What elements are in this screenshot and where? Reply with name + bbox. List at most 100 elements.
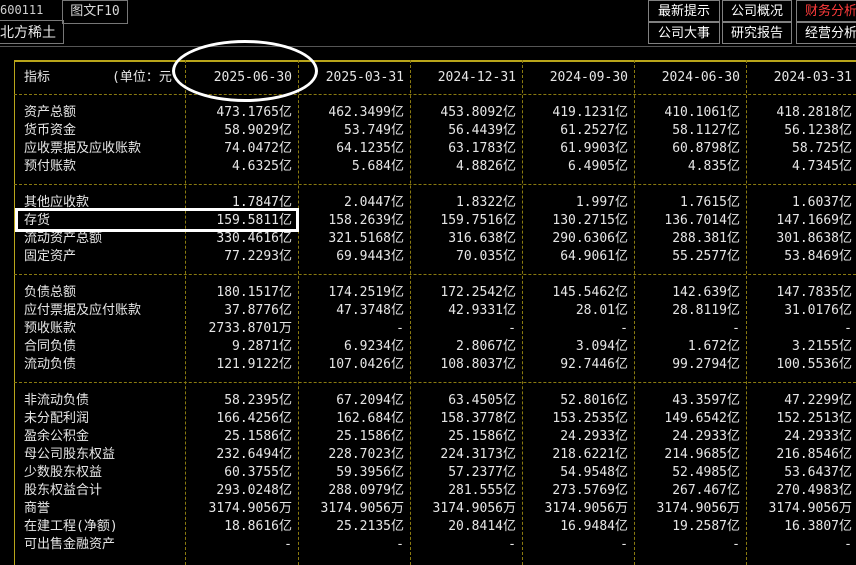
row-label: 合同负债 bbox=[24, 339, 77, 354]
cell-value: 25.2135亿 bbox=[336, 519, 404, 534]
cell-value: 281.555亿 bbox=[448, 483, 516, 498]
table-row[interactable]: 在建工程(净额) 18.8616亿 25.2135亿 20.8414亿 16.9484亿… bbox=[14, 518, 856, 536]
cell-value: - bbox=[620, 537, 628, 552]
table-row[interactable]: 可出售金融资产 - - - - - - bbox=[14, 536, 856, 554]
cell-value: 59.3956亿 bbox=[336, 465, 404, 480]
cell-value: 316.638亿 bbox=[448, 231, 516, 246]
menu-latest-tips[interactable]: 最新提示 bbox=[648, 0, 720, 22]
row-label: 预付账款 bbox=[24, 159, 77, 174]
menu-research-reports[interactable]: 研究报告 bbox=[722, 22, 792, 44]
cell-value: 108.8037亿 bbox=[440, 357, 516, 372]
cell-value: 1.6037亿 bbox=[792, 195, 852, 210]
period-header[interactable]: 2024-12-31 bbox=[406, 69, 516, 87]
cell-value: 1.997亿 bbox=[575, 195, 628, 210]
cell-value: 60.3755亿 bbox=[224, 465, 292, 480]
cell-value: 55.2577亿 bbox=[672, 249, 740, 264]
stock-code: 600111 bbox=[0, 3, 44, 17]
cell-value: 290.6306亿 bbox=[552, 231, 628, 246]
row-label: 盈余公积金 bbox=[24, 429, 90, 444]
cell-value: 24.2933亿 bbox=[672, 429, 740, 444]
table-row[interactable]: 非流动负债 58.2395亿 67.2094亿 63.4505亿 52.8016亿 43.… bbox=[14, 392, 856, 410]
cell-value: 77.2293亿 bbox=[224, 249, 292, 264]
table-row[interactable]: 流动资产总额 330.4616亿 321.5168亿 316.638亿 290.6306… bbox=[14, 230, 856, 248]
row-label: 流动资产总额 bbox=[24, 231, 103, 246]
table-row[interactable]: 未分配利润 166.4256亿 162.684亿 158.3778亿 153.2535亿… bbox=[14, 410, 856, 428]
row-label: 负债总额 bbox=[24, 285, 77, 300]
table-header-row: 指标 (单位：元 2025-06-30 2025-03-31 2024-12-3… bbox=[14, 69, 856, 87]
table-row[interactable]: 预收账款 2733.8701万 - - - - - bbox=[14, 320, 856, 338]
cell-value: 2733.8701万 bbox=[208, 321, 292, 336]
cell-value: 92.7446亿 bbox=[560, 357, 628, 372]
table-row[interactable]: 资产总额 473.1765亿 462.3499亿 453.8092亿 419.1231亿… bbox=[14, 104, 856, 122]
cell-value: 273.5769亿 bbox=[552, 483, 628, 498]
cell-value: 57.2377亿 bbox=[448, 465, 516, 480]
cell-value: - bbox=[396, 321, 404, 336]
table-row[interactable]: 流动负债 121.9122亿 107.0426亿 108.8037亿 92.7446亿 9… bbox=[14, 356, 856, 374]
cell-value: 174.2519亿 bbox=[328, 285, 404, 300]
cell-value: 42.9331亿 bbox=[448, 303, 516, 318]
cell-value: 1.8322亿 bbox=[456, 195, 516, 210]
table-row[interactable]: 商誉 3174.9056万 3174.9056万 3174.9056万 3174.905… bbox=[14, 500, 856, 518]
table-row[interactable]: 负债总额 180.1517亿 174.2519亿 172.2542亿 145.5462亿… bbox=[14, 284, 856, 302]
table-row[interactable]: 应收票据及应收账款 74.0472亿 64.1235亿 63.1783亿 61.9903… bbox=[14, 140, 856, 158]
table-row[interactable]: 应付票据及应付账款 37.8776亿 47.3748亿 42.9331亿 28.01亿 2… bbox=[14, 302, 856, 320]
cell-value: 462.3499亿 bbox=[328, 105, 404, 120]
header-indicator: 指标 bbox=[24, 70, 51, 85]
cell-value: - bbox=[508, 321, 516, 336]
cell-value: 58.725亿 bbox=[792, 141, 852, 156]
table-row[interactable]: 少数股东权益 60.3755亿 59.3956亿 57.2377亿 54.9548亿 52… bbox=[14, 464, 856, 482]
table-row[interactable]: 货币资金 58.9029亿 53.749亿 56.4439亿 61.2527亿 58.11… bbox=[14, 122, 856, 140]
menu-financial-analysis[interactable]: 财务分析 bbox=[796, 0, 856, 22]
cell-value: 61.2527亿 bbox=[560, 123, 628, 138]
cell-value: 4.6325亿 bbox=[232, 159, 292, 174]
cell-value: 228.7023亿 bbox=[328, 447, 404, 462]
menu-company-overview[interactable]: 公司概况 bbox=[722, 0, 792, 22]
table-row[interactable]: 预付账款 4.6325亿 5.684亿 4.8826亿 6.4905亿 4.835亿 4.7… bbox=[14, 158, 856, 176]
menu-business-analysis[interactable]: 经营分析 bbox=[796, 22, 856, 44]
cell-value: 147.1669亿 bbox=[776, 213, 852, 228]
cell-value: 64.9061亿 bbox=[560, 249, 628, 264]
header-unit: (单位：元 bbox=[112, 70, 172, 85]
row-separator bbox=[14, 184, 856, 185]
cell-value: 288.381亿 bbox=[672, 231, 740, 246]
tab-f10[interactable]: 图文F10 bbox=[62, 0, 128, 24]
table-row[interactable]: 固定资产 77.2293亿 69.9443亿 70.035亿 64.9061亿 55.25… bbox=[14, 248, 856, 266]
period-header[interactable]: 2024-03-31 bbox=[742, 69, 852, 87]
cell-value: 31.0176亿 bbox=[784, 303, 852, 318]
cell-value: 19.2587亿 bbox=[672, 519, 740, 534]
cell-value: 216.8546亿 bbox=[776, 447, 852, 462]
table-row[interactable]: 合同负债 9.2871亿 6.9234亿 2.8067亿 3.094亿 1.672亿 3.2… bbox=[14, 338, 856, 356]
row-label: 非流动负债 bbox=[24, 393, 90, 408]
cell-value: 58.2395亿 bbox=[224, 393, 292, 408]
cell-value: 53.749亿 bbox=[344, 123, 404, 138]
cell-value: 418.2818亿 bbox=[776, 105, 852, 120]
row-label: 流动负债 bbox=[24, 357, 77, 372]
cell-value: 5.684亿 bbox=[351, 159, 404, 174]
cell-value: 58.9029亿 bbox=[224, 123, 292, 138]
cell-value: - bbox=[732, 321, 740, 336]
cell-value: - bbox=[508, 537, 516, 552]
cell-value: - bbox=[844, 537, 852, 552]
cell-value: 20.8414亿 bbox=[448, 519, 516, 534]
period-header[interactable]: 2024-09-30 bbox=[518, 69, 628, 87]
cell-value: 53.6437亿 bbox=[784, 465, 852, 480]
inventory-highlight-box bbox=[15, 208, 299, 232]
cell-value: 24.2933亿 bbox=[560, 429, 628, 444]
cell-value: 43.3597亿 bbox=[672, 393, 740, 408]
cell-value: 3174.9056万 bbox=[432, 501, 516, 516]
cell-value: 74.0472亿 bbox=[224, 141, 292, 156]
cell-value: 28.8119亿 bbox=[672, 303, 740, 318]
cell-value: 64.1235亿 bbox=[336, 141, 404, 156]
cell-value: 147.7835亿 bbox=[776, 285, 852, 300]
cell-value: 54.9548亿 bbox=[560, 465, 628, 480]
cell-value: 63.1783亿 bbox=[448, 141, 516, 156]
cell-value: 100.5536亿 bbox=[776, 357, 852, 372]
period-header[interactable]: 2024-06-30 bbox=[630, 69, 740, 87]
table-row[interactable]: 母公司股东权益 232.6494亿 228.7023亿 224.3173亿 218.62… bbox=[14, 446, 856, 464]
row-separator bbox=[14, 274, 856, 275]
table-row[interactable]: 盈余公积金 25.1586亿 25.1586亿 25.1586亿 24.2933亿 24.… bbox=[14, 428, 856, 446]
cell-value: 214.9685亿 bbox=[664, 447, 740, 462]
table-row[interactable]: 股东权益合计 293.0248亿 288.0979亿 281.555亿 273.5769… bbox=[14, 482, 856, 500]
menu-company-events[interactable]: 公司大事 bbox=[648, 22, 720, 44]
cell-value: 25.1586亿 bbox=[224, 429, 292, 444]
